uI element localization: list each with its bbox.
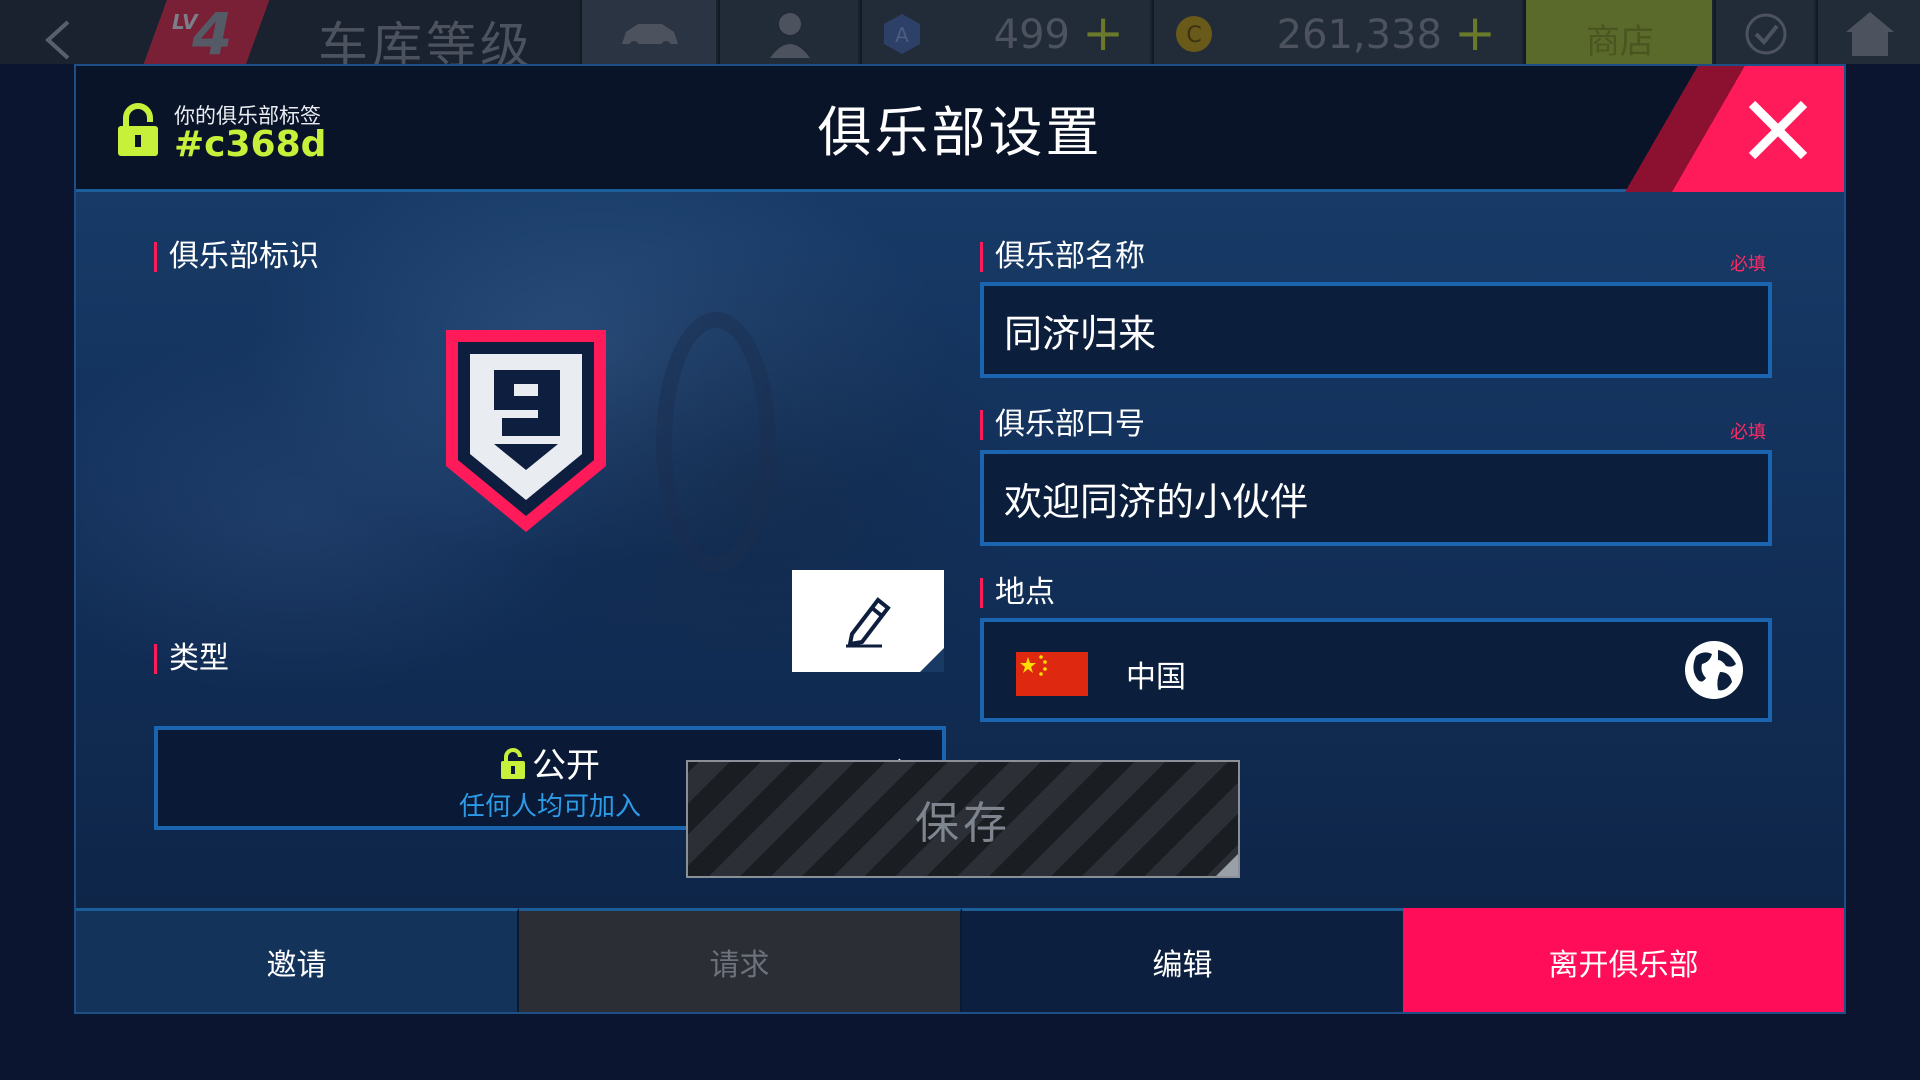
token-counter[interactable]: A 499 + — [860, 0, 1150, 64]
unlock-icon — [501, 748, 525, 779]
location-section-label: 地点 — [980, 578, 1055, 608]
club-name-input[interactable]: 同济归来 — [980, 282, 1772, 378]
background-topbar: LV 4 车库等级 A 499 + C 261,338 + 商店 — [0, 0, 1920, 75]
objectives-button[interactable] — [1714, 0, 1814, 64]
club-name-value: 同济归来 — [1004, 311, 1157, 356]
motto-required-label: 必填 — [1730, 422, 1766, 443]
leave-club-button[interactable]: 离开俱乐部 — [1403, 908, 1844, 1012]
background-wheel-art — [656, 312, 776, 572]
credits-counter[interactable]: C 261,338 + — [1152, 0, 1522, 64]
globe-icon[interactable] — [1682, 638, 1746, 702]
back-arrow-icon[interactable] — [40, 18, 80, 60]
name-section-label: 俱乐部名称 — [980, 242, 1145, 272]
svg-text:A: A — [895, 23, 909, 47]
location-value: 中国 — [1126, 660, 1186, 695]
dialog-title: 俱乐部设置 — [817, 101, 1103, 164]
club-settings-dialog: 你的俱乐部标签 #c368d 俱乐部设置 俱乐部标识 类型 公开 任何人均可加入… — [74, 64, 1846, 1014]
shop-button[interactable]: 商店 — [1524, 0, 1712, 64]
add-tokens-button[interactable]: + — [1082, 4, 1124, 62]
home-button[interactable] — [1816, 0, 1920, 64]
emblem-section-label: 俱乐部标识 — [154, 242, 319, 272]
profile-button[interactable] — [718, 0, 858, 64]
china-flag-icon — [1016, 652, 1088, 696]
club-emblem-icon — [446, 330, 606, 532]
save-corner-marker — [1216, 854, 1238, 876]
add-credits-button[interactable]: + — [1454, 4, 1496, 62]
club-motto-input[interactable]: 欢迎同济的小伙伴 — [980, 450, 1772, 546]
bottom-tab-bar: 邀请 请求 编辑 离开俱乐部 — [76, 908, 1844, 1012]
close-icon — [1748, 100, 1808, 160]
name-required-label: 必填 — [1730, 254, 1766, 275]
garage-car-button[interactable] — [580, 0, 716, 64]
tab-edit[interactable]: 编辑 — [962, 908, 1403, 1012]
dialog-header: 你的俱乐部标签 #c368d 俱乐部设置 — [76, 66, 1844, 192]
credits-value: 261,338 — [1276, 12, 1442, 58]
tab-requests[interactable]: 请求 — [519, 908, 962, 1012]
location-selector[interactable]: 中国 — [980, 618, 1772, 722]
save-label: 保存 — [915, 798, 1011, 849]
type-value: 公开 — [532, 746, 600, 786]
edit-corner-marker — [920, 648, 944, 672]
dialog-body: 俱乐部标识 类型 公开 任何人均可加入 俱乐部名称 必填 同济归来 俱乐部口号 … — [76, 192, 1844, 908]
edit-emblem-button[interactable] — [792, 570, 944, 672]
pencil-icon — [846, 597, 891, 648]
club-motto-value: 欢迎同济的小伙伴 — [1004, 479, 1309, 524]
level-number: 4 — [192, 0, 233, 68]
token-value: 499 — [993, 12, 1070, 58]
shop-label: 商店 — [1586, 22, 1654, 62]
motto-section-label: 俱乐部口号 — [980, 410, 1145, 440]
tab-invite[interactable]: 邀请 — [76, 908, 519, 1012]
svg-text:C: C — [1186, 23, 1201, 48]
type-section-label: 类型 — [154, 644, 229, 674]
close-button[interactable] — [1730, 82, 1826, 178]
save-button[interactable]: 保存 — [686, 760, 1240, 878]
